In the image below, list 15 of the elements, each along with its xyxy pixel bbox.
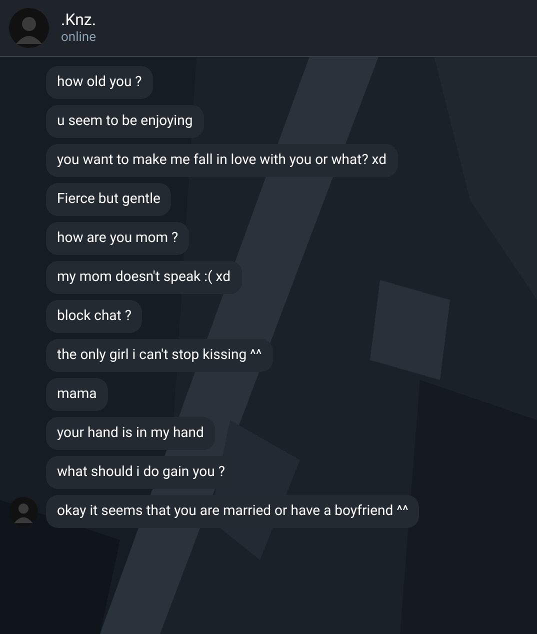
- message-bubble: mama: [46, 378, 108, 411]
- message-bubble: okay it seems that you are married or have a boyfriend ^^: [46, 495, 420, 528]
- message-bubble: u seem to be enjoying: [46, 105, 204, 138]
- avatar-icon: [9, 497, 38, 526]
- message-bubble: your hand is in my hand: [46, 417, 215, 450]
- message-bubble: how old you ?: [46, 66, 153, 99]
- message-bubble: the only girl i can't stop kissing ^^: [46, 339, 273, 372]
- message-bubble: block chat ?: [46, 300, 142, 333]
- contact-name: .Knz.: [61, 10, 96, 30]
- contact-status: online: [61, 30, 96, 46]
- message-bubble: Fierce but gentle: [46, 183, 172, 216]
- message-bubble: my mom doesn't speak :( xd: [46, 261, 242, 294]
- message-bubble: you want to make me fall in love with you or what? xd: [46, 144, 398, 177]
- avatar-icon: [9, 8, 49, 48]
- message-bubble: how are you mom ?: [46, 222, 190, 255]
